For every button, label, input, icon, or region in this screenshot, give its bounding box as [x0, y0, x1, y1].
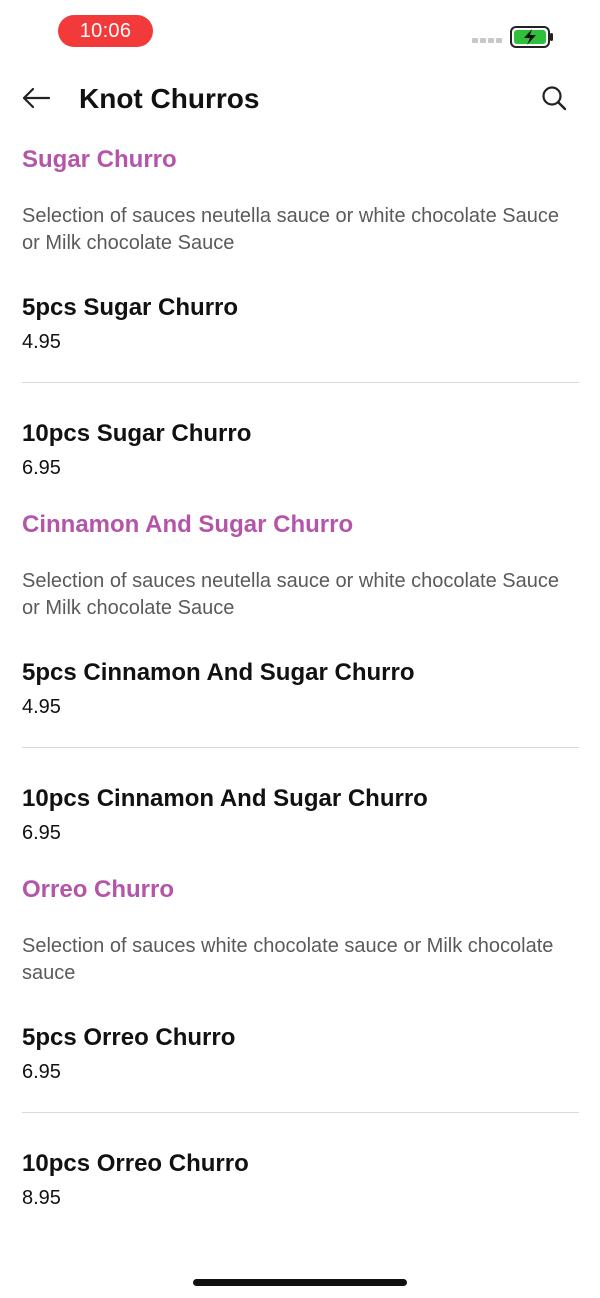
item-name: 5pcs Sugar Churro: [22, 294, 239, 321]
item-price: 6.95: [22, 1061, 61, 1083]
app-header: Knot Churros: [0, 62, 600, 134]
signal-icon: [472, 38, 504, 44]
status-time: 10:06: [58, 15, 153, 47]
menu-section: Orreo Churro Selection of sauces white c…: [22, 870, 579, 1235]
back-button[interactable]: [18, 80, 54, 116]
item-name: 10pcs Sugar Churro: [22, 420, 252, 447]
section-description: Selection of sauces white chocolate sauc…: [22, 935, 554, 984]
section-description: Selection of sauces neutella sauce or wh…: [22, 570, 560, 619]
menu-section: Sugar Churro Selection of sauces neutell…: [22, 140, 579, 505]
back-arrow-icon: [22, 87, 51, 109]
menu-item[interactable]: 10pcs Cinnamon And Sugar Churro 6.95: [22, 748, 579, 870]
item-name: 5pcs Orreo Churro: [22, 1024, 236, 1051]
item-price: 4.95: [22, 696, 61, 718]
section-description: Selection of sauces neutella sauce or wh…: [22, 205, 560, 254]
item-name: 10pcs Orreo Churro: [22, 1150, 249, 1177]
menu-item[interactable]: 10pcs Orreo Churro 8.95: [22, 1113, 579, 1235]
search-button[interactable]: [536, 80, 572, 116]
item-price: 6.95: [22, 457, 61, 479]
menu-item[interactable]: 5pcs Sugar Churro 4.95: [22, 257, 579, 383]
menu-list: Sugar Churro Selection of sauces neutell…: [22, 140, 579, 1235]
item-name: 5pcs Cinnamon And Sugar Churro: [22, 659, 415, 686]
item-price: 4.95: [22, 331, 61, 353]
item-name: 10pcs Cinnamon And Sugar Churro: [22, 785, 428, 812]
section-title: Cinnamon And Sugar Churro: [22, 511, 354, 538]
menu-item[interactable]: 5pcs Cinnamon And Sugar Churro 4.95: [22, 622, 579, 748]
menu-item[interactable]: 10pcs Sugar Churro 6.95: [22, 383, 579, 505]
menu-item[interactable]: 5pcs Orreo Churro 6.95: [22, 987, 579, 1113]
search-icon: [542, 86, 567, 111]
item-price: 8.95: [22, 1187, 61, 1209]
battery-charging-icon: [510, 26, 554, 48]
page-title: Knot Churros: [79, 83, 260, 114]
item-price: 6.95: [22, 822, 61, 844]
home-indicator[interactable]: [193, 1279, 407, 1286]
section-title: Sugar Churro: [22, 146, 177, 173]
section-title: Orreo Churro: [22, 876, 175, 903]
status-bar: 10:06: [0, 0, 600, 62]
menu-section: Cinnamon And Sugar Churro Selection of s…: [22, 505, 579, 870]
